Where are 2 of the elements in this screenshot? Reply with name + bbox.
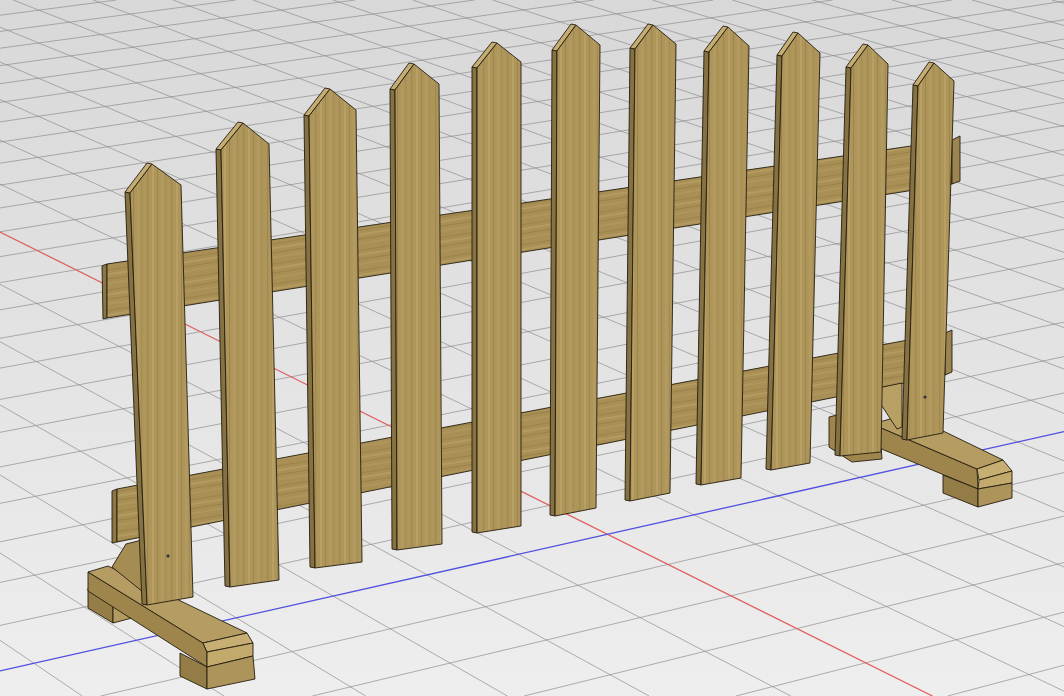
- dot-icon: [166, 554, 170, 558]
- dot-icon: [923, 395, 927, 399]
